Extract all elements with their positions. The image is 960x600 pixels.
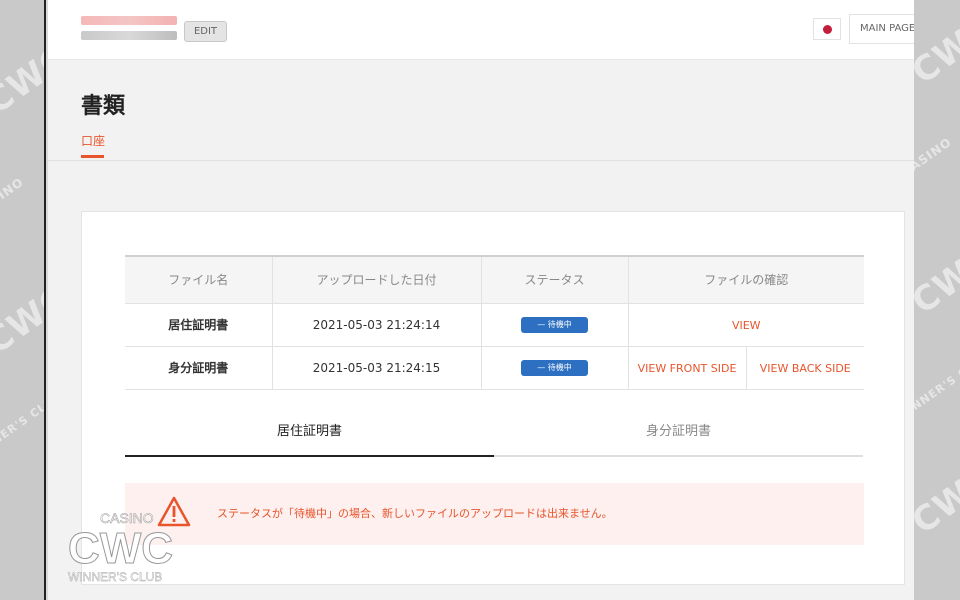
file-name-cell: 居住証明書 (125, 303, 273, 347)
subtab-residence-proof[interactable]: 居住証明書 (125, 410, 494, 457)
edit-button[interactable]: EDIT (184, 21, 227, 42)
upload-date-cell: 2021-05-03 21:24:15 (272, 346, 482, 390)
status-badge-label: 待機中 (547, 320, 572, 329)
alert-message: ステータスが「待機中」の場合、新しいファイルのアップロードは出来ません。 (217, 507, 613, 520)
status-badge: — 待機中 (521, 360, 588, 376)
column-header: ファイル名 (125, 255, 273, 304)
column-header: ステータス (481, 255, 629, 304)
status-cell: — 待機中 (481, 303, 629, 347)
file-name-cell: 身分証明書 (125, 346, 273, 390)
watermark-text: CWC (914, 457, 960, 543)
upload-warning-alert: ステータスが「待機中」の場合、新しいファイルのアップロードは出来ません。 (125, 483, 864, 545)
documents-card: ファイル名 アップロードした日付 ステータス ファイルの確認 居住証明書 202… (81, 211, 905, 585)
active-tab-indicator (81, 155, 104, 158)
watermark-text: CWC (0, 277, 46, 363)
watermark-text: CWC (914, 237, 960, 323)
watermark-text: CWC (914, 7, 960, 93)
status-cell: — 待機中 (481, 346, 629, 390)
subtab-identity-proof[interactable]: 身分証明書 (494, 410, 863, 457)
watermark-strip-left: CWC CASINO CWC WINNER'S CLUB (0, 0, 46, 600)
status-badge: — 待機中 (521, 317, 588, 333)
japan-flag-icon[interactable] (813, 18, 841, 40)
watermark-text: CASINO (914, 134, 955, 180)
view-link[interactable]: VIEW (732, 319, 761, 332)
table-header-row: ファイル名 アップロードした日付 ステータス ファイルの確認 (125, 255, 864, 304)
watermark-text: CASINO (0, 174, 27, 220)
top-bar: EDIT MAIN PAGE (48, 0, 914, 60)
status-badge-label: 待機中 (547, 363, 572, 372)
watermark-text: WINNER'S CLUB (914, 349, 960, 424)
file-actions-cell: VIEW (628, 303, 864, 347)
column-header: アップロードした日付 (272, 255, 482, 304)
watermark-text: CWC (0, 37, 46, 123)
redacted-user-id (81, 31, 177, 40)
upload-date-cell: 2021-05-03 21:24:14 (272, 303, 482, 347)
divider (48, 160, 914, 161)
watermark-strip-right: CWC CASINO CWC WINNER'S CLUB CWC (914, 0, 960, 600)
view-front-side-link[interactable]: VIEW FRONT SIDE (638, 362, 737, 375)
documents-table: ファイル名 アップロードした日付 ステータス ファイルの確認 居住証明書 202… (125, 255, 864, 390)
main-page-button[interactable]: MAIN PAGE (849, 14, 914, 44)
file-actions-cell: VIEW FRONT SIDE (628, 346, 747, 390)
column-header: ファイルの確認 (628, 255, 864, 304)
cwc-logo-watermark: CASINO CWC WINNER'S CLUB (66, 507, 196, 587)
file-actions-cell: VIEW BACK SIDE (746, 346, 864, 390)
table-row: 居住証明書 2021-05-03 21:24:14 — 待機中 VIEW (125, 303, 864, 347)
logo-main-text: CWC (68, 524, 173, 573)
page-title: 書類 (81, 94, 126, 119)
cwc-logo: CASINO CWC WINNER'S CLUB (68, 510, 174, 584)
redacted-username (81, 16, 177, 25)
logo-bottom-text: WINNER'S CLUB (68, 570, 162, 584)
tab-account[interactable]: 口座 (81, 132, 105, 149)
watermark-text: WINNER'S CLUB (0, 389, 46, 464)
table-row: 身分証明書 2021-05-03 21:24:15 — 待機中 VIEW FRO… (125, 346, 864, 390)
view-back-side-link[interactable]: VIEW BACK SIDE (760, 362, 851, 375)
